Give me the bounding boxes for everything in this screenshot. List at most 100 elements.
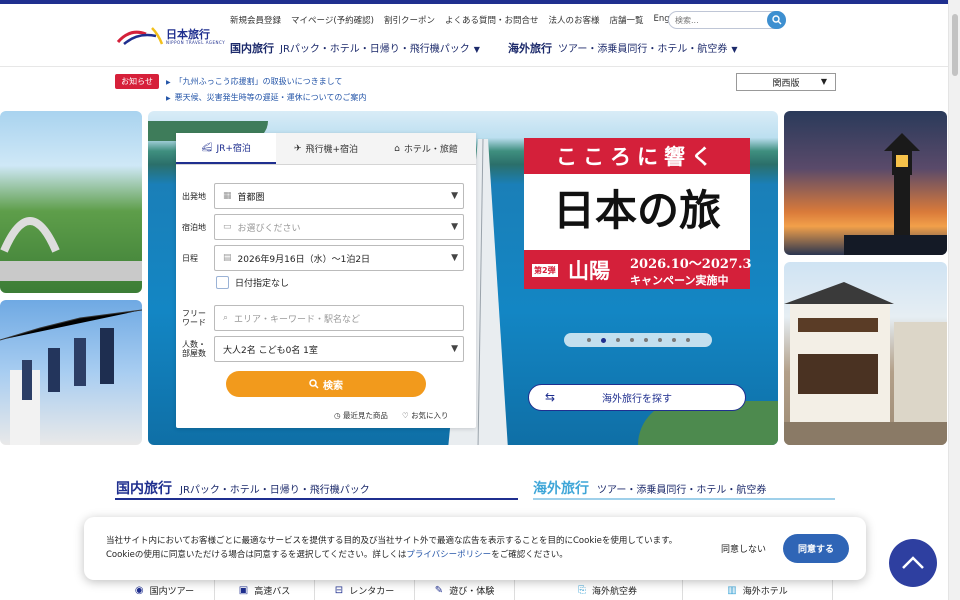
- search-icon: ⌕: [223, 313, 229, 323]
- lodging-select[interactable]: ▭ お選びください ▼: [214, 214, 464, 240]
- search-icon: [309, 379, 319, 389]
- photo-denim-street[interactable]: [0, 300, 142, 445]
- chevron-down-icon: ▼: [820, 77, 827, 86]
- utility-link-mypage[interactable]: マイページ(予約確認): [291, 14, 374, 26]
- grid-overseas-hotel[interactable]: ▥ 海外ホテル: [683, 580, 833, 600]
- overseas-search-button[interactable]: ⇆ 海外旅行を探す: [528, 384, 746, 411]
- grid-activities[interactable]: ✎ 遊び・体験: [415, 580, 515, 600]
- bed-icon: ▭: [223, 222, 232, 232]
- airplane-icon: ✈︎: [293, 143, 302, 154]
- search-icon: [771, 15, 781, 25]
- swap-arrows-icon: ⇆: [545, 390, 556, 404]
- logo-subtext: NIPPON TRAVEL AGENCY: [166, 40, 226, 45]
- stone-lantern-graphic: [844, 133, 947, 255]
- utility-link-faq[interactable]: よくある質問・お問合せ: [445, 14, 539, 26]
- domestic-subtitle: JRパック・ホテル・日帰り・飛行機パック: [180, 485, 370, 496]
- nav-overseas[interactable]: 海外旅行 ツアー・添乗員同行・ホテル・航空券 ▼: [508, 40, 738, 56]
- photo-lighthouse[interactable]: [784, 111, 947, 255]
- carousel-dot[interactable]: [615, 338, 620, 342]
- site-search: [668, 11, 786, 29]
- building-icon: ▦: [223, 191, 232, 201]
- activity-icon: ✎: [434, 585, 444, 596]
- freeword-input[interactable]: ⌕ エリア・キーワード・駅名など: [214, 305, 464, 331]
- no-date-checkbox[interactable]: [216, 276, 229, 289]
- flight-ticket-icon: ⎘: [577, 585, 586, 596]
- heart-icon: ♡: [401, 411, 409, 420]
- tab-hotel-ryokan[interactable]: ⌂ ホテル・旅館: [376, 133, 476, 164]
- site-search-input[interactable]: [675, 14, 765, 26]
- search-panel: 🚄︎ JR+宿泊 ✈︎ 飛行機+宿泊 ⌂ ホテル・旅館 出発地 ▦ 首都圏 ▼ 宿泊地…: [176, 133, 476, 428]
- departure-select[interactable]: ▦ 首都圏 ▼: [214, 183, 464, 209]
- grid-highway-bus[interactable]: ▣ 高速バス: [215, 580, 315, 600]
- site-logo[interactable]: 日本旅行 NIPPON TRAVEL AGENCY: [116, 24, 225, 48]
- poster-campaign: キャンペーン実施中: [630, 274, 729, 287]
- date-select[interactable]: ▤ 2026年9月16日（水）～1泊2日 ▼: [214, 245, 464, 271]
- tab-jr-hotel[interactable]: 🚄︎ JR+宿泊: [176, 133, 276, 164]
- cookie-decline-button[interactable]: 同意しない: [721, 542, 766, 555]
- utility-link-register[interactable]: 新規会員登録: [230, 14, 281, 26]
- notice-item[interactable]: ▶ 「九州ふっこう応援割」の取扱いにつきまして: [166, 76, 342, 87]
- poster-title: 日本の旅: [552, 186, 721, 235]
- header-divider: [0, 66, 948, 67]
- overseas-search-label: 海外旅行を探す: [602, 394, 672, 405]
- poster-footer: 第2弾 山陽 2026.10～2027.3 キャンペーン実施中: [524, 250, 752, 289]
- carousel-dot[interactable]: [600, 337, 606, 343]
- people-select[interactable]: 大人2名 こども0名 1室 ▼: [214, 336, 464, 362]
- section-domestic-title: 国内旅行 JRパック・ホテル・日帰り・飛行機パック: [116, 478, 370, 498]
- dropdown-arrow-icon: ▼: [451, 222, 458, 232]
- tab-label: JR+宿泊: [216, 144, 251, 154]
- notice-item-text: 「九州ふっこう応援割」の取扱いにつきまして: [174, 77, 343, 86]
- lodging-placeholder: お選びください: [237, 223, 301, 234]
- nav-domestic-items: JRパック・ホテル・日帰り・飛行機パック: [280, 44, 470, 55]
- poster-dates: 2026.10～2027.3: [630, 257, 752, 272]
- lodging-label: 宿泊地: [182, 222, 206, 232]
- clock-icon: ◷: [334, 411, 341, 420]
- utility-link-stores[interactable]: 店舗一覧: [610, 14, 644, 26]
- photo-hiroshima[interactable]: [0, 111, 142, 293]
- favorites-link[interactable]: ♡ お気に入り: [402, 410, 449, 421]
- grid-overseas-flight[interactable]: ⎘ 海外航空券: [533, 580, 683, 600]
- carousel-dot[interactable]: [685, 338, 690, 342]
- chevron-up-icon: [902, 556, 924, 569]
- no-date-label: 日付指定なし: [235, 279, 290, 289]
- back-to-top-button[interactable]: [889, 539, 937, 587]
- nav-overseas-label: 海外旅行: [508, 42, 552, 55]
- campaign-poster[interactable]: こころに響く 日本の旅 第2弾 山陽 2026.10～2027.3 キャンペーン…: [524, 138, 752, 289]
- dropdown-arrow-icon: ▼: [451, 253, 458, 263]
- overseas-underline: [533, 498, 835, 500]
- cookie-accept-button[interactable]: 同意する: [783, 534, 849, 563]
- carousel-dots: [564, 333, 712, 347]
- notice-item[interactable]: ▶ 悪天候、災害発生時等の遅延・運休についてのご案内: [166, 92, 366, 103]
- carousel-dot[interactable]: [586, 338, 591, 342]
- carousel-dot[interactable]: [657, 338, 662, 342]
- region-select[interactable]: 関西版 ▼: [736, 73, 836, 91]
- recent-items-link[interactable]: ◷ 最近見た商品: [334, 410, 388, 421]
- logo-mark-icon: [116, 27, 164, 45]
- carousel-dot[interactable]: [643, 338, 648, 342]
- search-submit-button[interactable]: 検索: [226, 371, 426, 397]
- carousel-dot[interactable]: [671, 338, 676, 342]
- tab-flight-hotel[interactable]: ✈︎ 飛行機+宿泊: [276, 133, 376, 164]
- privacy-policy-link[interactable]: プライバシーポリシー: [406, 550, 491, 560]
- utility-link-corporate[interactable]: 法人のお客様: [549, 14, 600, 26]
- scrollbar-thumb[interactable]: [952, 14, 958, 76]
- tab-label: 飛行機+宿泊: [305, 145, 359, 155]
- photo-kurashiki-street[interactable]: [784, 262, 947, 445]
- overseas-subtitle: ツアー・添乗員同行・ホテル・航空券: [597, 485, 767, 496]
- carousel-dot[interactable]: [629, 338, 634, 342]
- date-value: 2026年9月16日（水）～1泊2日: [237, 254, 371, 265]
- no-date-option[interactable]: 日付指定なし: [216, 276, 289, 289]
- grid-rental-car[interactable]: ⊟ レンタカー: [315, 580, 415, 600]
- train-icon: 🚄︎: [201, 142, 213, 153]
- bus-icon: ▣: [238, 585, 249, 596]
- cookie-banner: 当社サイト内においてお客様ごとに最適なサービスを提供する目的及び当社サイト外で最…: [84, 517, 866, 580]
- site-search-button[interactable]: [767, 11, 786, 29]
- nav-overseas-items: ツアー・添乗員同行・ホテル・航空券: [558, 44, 728, 55]
- nav-domestic[interactable]: 国内旅行 JRパック・ホテル・日帰り・飛行機パック ▼: [230, 40, 480, 56]
- globe-icon: ◉: [134, 585, 144, 596]
- poster-edition: 第2弾: [532, 264, 558, 277]
- utility-link-coupon[interactable]: 割引クーポン: [384, 14, 435, 26]
- grid-domestic-tour[interactable]: ◉ 国内ツアー: [115, 580, 215, 600]
- page-scrollbar[interactable]: [948, 0, 960, 600]
- people-row: 人数・ 部屋数 大人2名 こども0名 1室 ▼: [182, 336, 468, 362]
